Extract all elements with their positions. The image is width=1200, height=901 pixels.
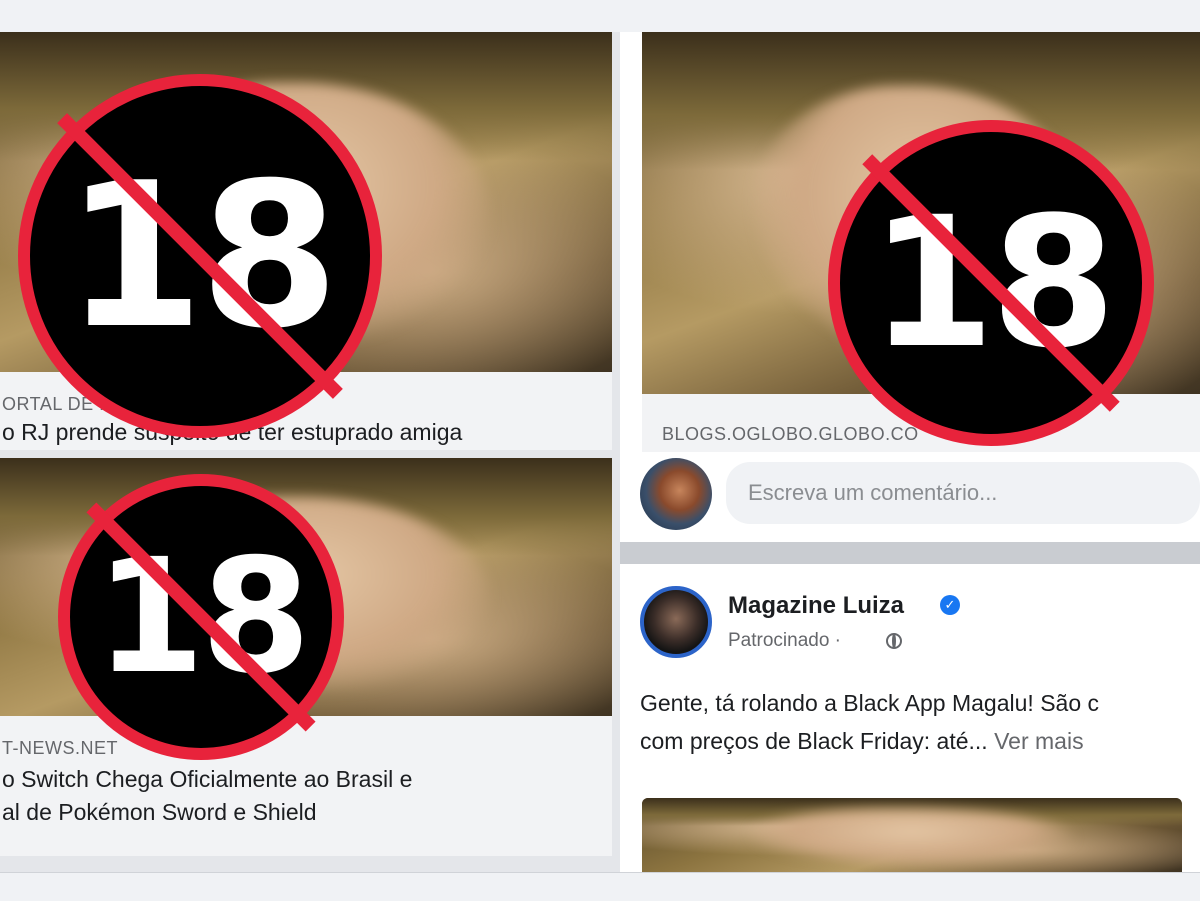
page-name[interactable]: Magazine Luiza xyxy=(728,592,904,620)
comment-input[interactable]: Escreva um comentário... xyxy=(726,462,1200,524)
post-divider xyxy=(620,542,1200,564)
image-subject xyxy=(750,809,1074,865)
user-avatar[interactable] xyxy=(640,458,712,530)
see-more-link[interactable]: Ver mais xyxy=(994,728,1083,754)
age-restriction-18-icon: 18 xyxy=(828,120,1154,446)
link-post-card-2[interactable]: T-NEWS.NET o Switch Chega Oficialmente a… xyxy=(0,458,612,856)
globe-icon xyxy=(886,633,902,649)
link-post-card-3[interactable]: BLOGS.OGLOBO.GLOBO.CO 18 Escreva um come… xyxy=(620,32,1200,542)
post-text-line-2-content: com preços de Black Friday: até... xyxy=(640,728,988,754)
link-headline-2-line-1[interactable]: o Switch Chega Oficialmente ao Brasil e xyxy=(2,764,412,795)
post-text-line-2: com preços de Black Friday: até... Ver m… xyxy=(640,722,1084,760)
sponsored-label[interactable]: Patrocinado · xyxy=(728,630,841,652)
post-text-line-1: Gente, tá rolando a Black App Magalu! Sã… xyxy=(640,690,1100,716)
link-post-card-1[interactable]: ORTAL DE F o RJ prende suspeito de ter e… xyxy=(0,32,612,450)
bottom-bar xyxy=(0,872,1200,901)
age-restriction-18-icon: 18 xyxy=(18,74,382,438)
age-restriction-18-icon: 18 xyxy=(58,474,344,760)
sponsored-post-card[interactable]: Magazine Luiza ✓ Patrocinado · Gente, tá… xyxy=(620,564,1200,872)
sponsored-post-image[interactable] xyxy=(642,798,1182,872)
top-bar xyxy=(0,0,1200,32)
link-headline-2-line-2[interactable]: al de Pokémon Sword e Shield xyxy=(2,797,317,828)
verified-badge-icon: ✓ xyxy=(940,595,960,615)
page-avatar[interactable] xyxy=(640,586,712,658)
